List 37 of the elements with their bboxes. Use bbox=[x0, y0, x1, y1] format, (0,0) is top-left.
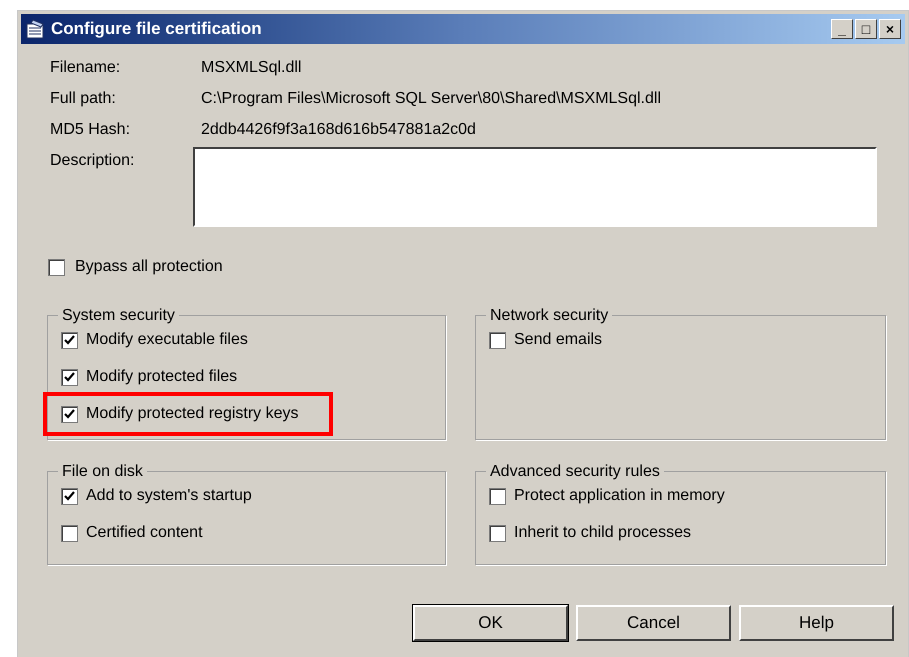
field-value: C:\Program Files\Microsoft SQL Server\80\Shared\MSXMLSql.dll bbox=[201, 88, 662, 108]
checkbox[interactable] bbox=[61, 488, 78, 504]
checkbox-label: Modify executable files bbox=[86, 330, 248, 350]
checkmark-icon bbox=[64, 408, 75, 420]
field-label: Full path: bbox=[50, 88, 117, 108]
checkbox[interactable] bbox=[61, 332, 78, 348]
checkbox[interactable] bbox=[61, 524, 78, 542]
checkbox[interactable] bbox=[61, 368, 78, 386]
checkbox-label: Modify protected files bbox=[86, 367, 238, 387]
checkbox-label: Protect application in memory bbox=[514, 486, 725, 506]
help-button[interactable]: Help bbox=[739, 605, 894, 641]
checkbox-label: Certified content bbox=[86, 523, 203, 543]
checkbox[interactable] bbox=[489, 332, 506, 348]
window-title: Configure file certification bbox=[51, 18, 262, 40]
checkbox-label: Modify protected registry keys bbox=[86, 404, 299, 424]
ok-button[interactable]: OK bbox=[413, 605, 568, 641]
checkmark-icon bbox=[64, 334, 75, 346]
field-label: Filename: bbox=[50, 58, 122, 78]
field-value: MSXMLSql.dll bbox=[201, 58, 302, 78]
checkbox[interactable] bbox=[48, 258, 65, 276]
cancel-button[interactable]: Cancel bbox=[576, 605, 731, 641]
minimize-button[interactable]: _ bbox=[831, 19, 853, 39]
checkmark-icon bbox=[64, 490, 75, 502]
checkbox-label: Send emails bbox=[514, 330, 602, 350]
checkbox[interactable] bbox=[489, 488, 506, 504]
field-label: MD5 Hash: bbox=[50, 120, 132, 140]
close-button[interactable]: × bbox=[879, 19, 901, 39]
checkbox-label: Inherit to child processes bbox=[514, 523, 691, 543]
checkbox[interactable] bbox=[61, 406, 78, 422]
checkbox[interactable] bbox=[489, 524, 506, 542]
description-field[interactable] bbox=[193, 147, 877, 227]
maximize-button[interactable]: □ bbox=[855, 19, 877, 39]
field-label: Description: bbox=[50, 151, 136, 171]
checkbox-label: Add to system's startup bbox=[86, 486, 252, 506]
checkmark-icon bbox=[64, 372, 75, 382]
field-value: 2ddb4426f9f3a168d616b547881a2c0d bbox=[201, 120, 476, 140]
checkbox-label: Bypass all protection bbox=[75, 257, 223, 277]
